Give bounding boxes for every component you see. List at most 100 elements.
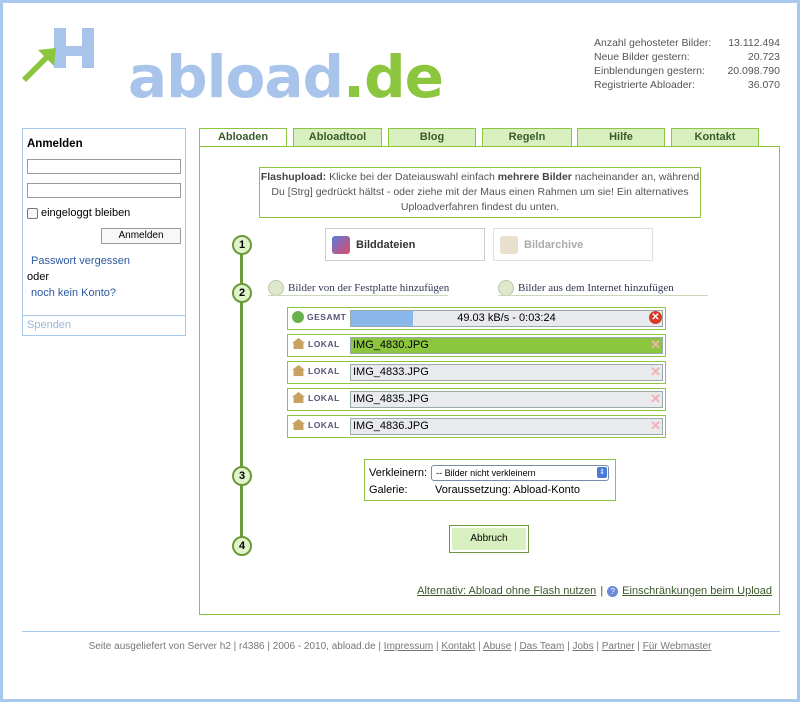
- footer-text: Seite ausgeliefert von Server h2 | r4386…: [88, 641, 382, 652]
- login-button[interactable]: Anmelden: [101, 228, 181, 244]
- total-status: 49.03 kB/s - 0:03:24: [457, 312, 556, 324]
- archives-type-button[interactable]: Bildarchive: [493, 228, 653, 261]
- stat-label: Einblendungen gestern:: [594, 65, 705, 77]
- no-flash-upload-link[interactable]: Alternativ: Abload ohne Flash nutzen: [417, 585, 596, 597]
- total-progress-bar: 49.03 kB/s - 0:03:24: [350, 310, 663, 327]
- footer-link-partner[interactable]: Partner: [602, 641, 635, 652]
- images-type-label: Bilddateien: [356, 238, 416, 251]
- local-label-text: LOKAL: [308, 419, 340, 430]
- stat-label: Anzahl gehosteter Bilder:: [594, 37, 712, 49]
- stat-value: 36.070: [747, 79, 780, 91]
- stat-label: Registrierte Abloader:: [594, 79, 695, 91]
- logo-text-tld: de: [364, 43, 444, 111]
- add-internet-label: Bilder aus dem Internet hinzufügen: [518, 282, 674, 294]
- local-label: LOKAL: [292, 392, 340, 403]
- home-icon: [292, 365, 305, 376]
- stat-value: 13.112.494: [728, 37, 780, 49]
- stat-value: 20.098.790: [727, 65, 780, 77]
- login-box: Anmelden eingeloggt bleiben Anmelden Pas…: [22, 128, 186, 336]
- register-link[interactable]: noch kein Konto?: [31, 287, 116, 299]
- remember-checkbox[interactable]: [27, 207, 38, 219]
- gallery-label: Galerie:: [369, 484, 408, 496]
- file-name: IMG_4835.JPG: [350, 391, 663, 408]
- tab-hilfe[interactable]: Hilfe: [577, 128, 665, 147]
- login-title: Anmelden: [27, 138, 83, 150]
- stat-value: 20.723: [747, 51, 780, 63]
- gallery-value: Voraussetzung: Abload-Konto: [435, 484, 580, 496]
- local-label: LOKAL: [292, 419, 340, 430]
- footer-link-jobs[interactable]: Jobs: [572, 641, 593, 652]
- home-icon: [292, 338, 305, 349]
- file-row: LOKAL IMG_4833.JPG ✕: [287, 361, 666, 384]
- tab-abloaden[interactable]: Abloaden: [199, 128, 287, 148]
- footer-link-kontakt[interactable]: Kontakt: [441, 641, 475, 652]
- remember-label: eingeloggt bleiben: [41, 207, 131, 219]
- home-icon: [292, 419, 305, 430]
- logo-upload-icon: [22, 28, 94, 82]
- cancel-all-icon[interactable]: ✕: [649, 311, 662, 324]
- remove-file-icon[interactable]: ✕: [650, 418, 661, 434]
- tab-blog[interactable]: Blog: [388, 128, 476, 147]
- forgot-password-link[interactable]: Passwort vergessen: [31, 255, 130, 267]
- local-label-text: LOKAL: [308, 392, 340, 403]
- remember-me[interactable]: eingeloggt bleiben: [27, 207, 130, 219]
- username-field[interactable]: [27, 159, 181, 174]
- tab-kontakt[interactable]: Kontakt: [671, 128, 759, 147]
- resize-row: Verkleinern: -- Bilder nicht verkleinern…: [369, 465, 610, 481]
- footer-link-webmaster[interactable]: Für Webmaster: [643, 641, 712, 652]
- tab-regeln[interactable]: Regeln: [482, 128, 572, 147]
- file-name: IMG_4833.JPG: [350, 364, 663, 381]
- resize-label: Verkleinern:: [369, 467, 428, 479]
- info-bold-title: Flashupload:: [260, 171, 327, 183]
- stat-row: Einblendungen gestern: 20.098.790: [594, 64, 780, 78]
- divider: [23, 315, 185, 316]
- password-field[interactable]: [27, 183, 181, 198]
- upload-options: Verkleinern: -- Bilder nicht verkleinern…: [364, 459, 616, 501]
- info-text: Klicke bei der Dateiauswahl einfach: [326, 171, 498, 183]
- flashupload-info: Flashupload: Klicke bei der Dateiauswahl…: [259, 167, 701, 218]
- local-label-text: LOKAL: [308, 338, 340, 349]
- alternative-links: Alternativ: Abload ohne Flash nutzen | ?…: [417, 585, 772, 597]
- remove-file-icon[interactable]: ✕: [650, 337, 661, 353]
- archives-type-label: Bildarchive: [524, 238, 584, 251]
- step-3: 3: [232, 466, 252, 486]
- local-label: LOKAL: [292, 338, 340, 349]
- remove-file-icon[interactable]: ✕: [650, 391, 661, 407]
- restrictions-link[interactable]: Einschränkungen beim Upload: [622, 585, 772, 597]
- cancel-upload-button[interactable]: Abbruch: [449, 525, 529, 553]
- resize-select[interactable]: -- Bilder nicht verkleinern ⇕: [431, 465, 610, 481]
- globe-icon: [292, 311, 304, 323]
- or-text: oder: [27, 271, 50, 283]
- add-local-images-link[interactable]: Bilder von der Festplatte hinzufügen: [268, 280, 449, 296]
- total-label: GESAMT: [292, 311, 346, 323]
- file-name: IMG_4830.JPG: [350, 337, 663, 354]
- site-stats: Anzahl gehosteter Bilder: 13.112.494 Neue…: [594, 36, 780, 92]
- remove-file-icon[interactable]: ✕: [650, 364, 661, 380]
- help-icon: ?: [607, 585, 619, 597]
- local-label: LOKAL: [292, 365, 340, 376]
- logo-text-main: abload: [128, 43, 344, 111]
- add-internet-images-link[interactable]: Bilder aus dem Internet hinzufügen: [498, 280, 674, 296]
- footer: Seite ausgeliefert von Server h2 | r4386…: [88, 641, 712, 652]
- gallery-row: Galerie: Voraussetzung: Abload-Konto: [369, 484, 580, 496]
- file-row: LOKAL IMG_4836.JPG ✕: [287, 415, 666, 438]
- tab-abloadtool[interactable]: Abloadtool: [293, 128, 382, 147]
- footer-link-team[interactable]: Das Team: [519, 641, 564, 652]
- footer-link-abuse[interactable]: Abuse: [483, 641, 511, 652]
- info-bold-text: mehrere Bilder: [497, 171, 572, 183]
- site-logo[interactable]: abload.de: [20, 28, 444, 111]
- globe-icon: [498, 280, 514, 296]
- file-name: IMG_4836.JPG: [350, 418, 663, 435]
- images-type-button[interactable]: Bilddateien: [325, 228, 485, 261]
- footer-link-impressum[interactable]: Impressum: [384, 641, 433, 652]
- separator: |: [600, 585, 604, 597]
- donate-link[interactable]: Spenden: [27, 319, 71, 331]
- stat-row: Neue Bilder gestern: 20.723: [594, 50, 780, 64]
- step-2: 2: [232, 283, 252, 303]
- divider: [498, 295, 708, 296]
- archive-file-icon: [500, 235, 518, 254]
- upload-panel: Flashupload: Klicke bei der Dateiauswahl…: [199, 146, 780, 615]
- local-label-text: LOKAL: [308, 365, 340, 376]
- stat-row: Anzahl gehosteter Bilder: 13.112.494: [594, 36, 780, 50]
- divider: [268, 295, 448, 296]
